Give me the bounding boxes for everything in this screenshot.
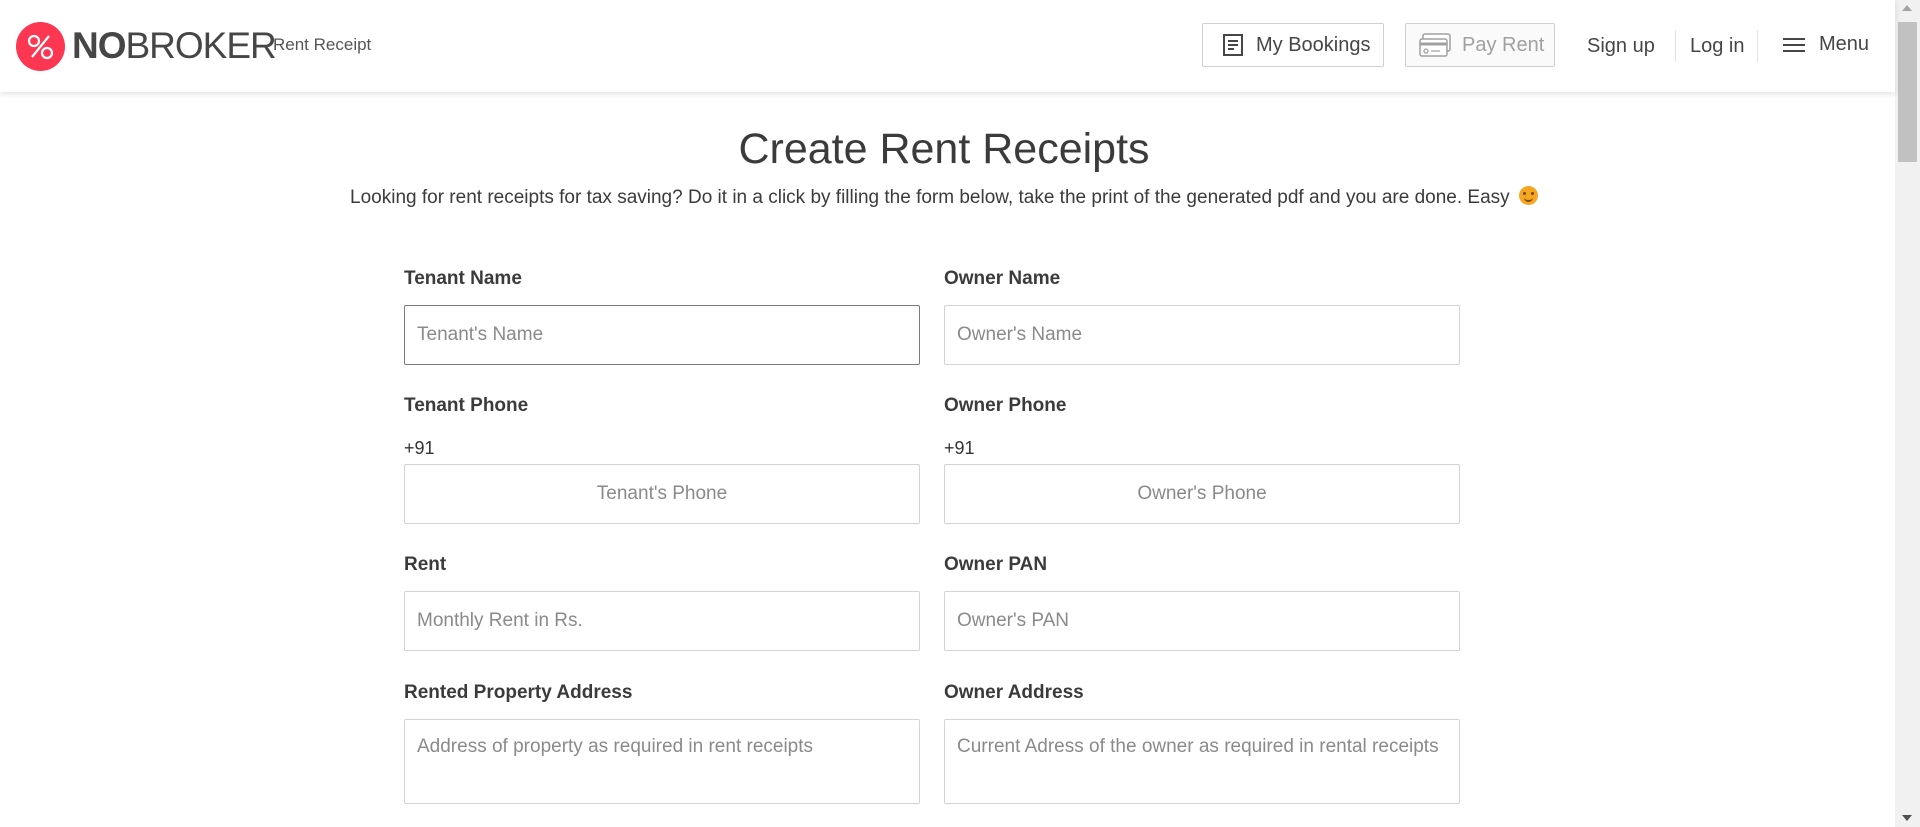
property-address-label: Rented Property Address: [404, 682, 633, 703]
owner-name-input[interactable]: [944, 305, 1460, 365]
scroll-down-arrow-icon[interactable]: [1902, 815, 1912, 821]
tenant-phone-label: Tenant Phone: [404, 395, 529, 416]
log-in-link[interactable]: Log in: [1690, 33, 1745, 59]
document-list-icon: [1223, 34, 1243, 56]
my-bookings-button[interactable]: My Bookings: [1202, 23, 1384, 67]
owner-pan-label: Owner PAN: [944, 554, 1048, 575]
owner-pan-input[interactable]: [944, 591, 1460, 651]
credit-card-icon: [1419, 33, 1451, 57]
owner-phone-input[interactable]: [944, 464, 1460, 524]
property-address-input[interactable]: [404, 719, 920, 804]
tenant-name-input[interactable]: [404, 305, 920, 365]
vertical-scrollbar[interactable]: [1895, 0, 1920, 827]
rent-input[interactable]: [404, 591, 920, 651]
hamburger-menu-icon: [1783, 34, 1805, 56]
nobroker-logo-icon[interactable]: [16, 22, 65, 71]
owner-address-label: Owner Address: [944, 682, 1084, 703]
my-bookings-label: My Bookings: [1256, 33, 1371, 56]
owner-phone-prefix: +91: [944, 438, 975, 458]
smiling-face-icon: [1518, 186, 1538, 205]
pay-rent-button[interactable]: Pay Rent: [1405, 23, 1555, 67]
rent-label: Rent: [404, 554, 447, 575]
page-description: Looking for rent receipts for tax saving…: [0, 185, 1888, 211]
tenant-phone-input[interactable]: [404, 464, 920, 524]
scroll-up-arrow-icon[interactable]: [1902, 5, 1912, 11]
tenant-name-label: Tenant Name: [404, 268, 522, 289]
owner-address-input[interactable]: [944, 719, 1460, 804]
owner-phone-label: Owner Phone: [944, 395, 1067, 416]
menu-button[interactable]: Menu: [1783, 33, 1869, 56]
brand-name[interactable]: NOBROKER: [72, 24, 277, 68]
brand-subtitle: Rent Receipt: [273, 35, 372, 54]
owner-name-label: Owner Name: [944, 268, 1061, 289]
menu-label: Menu: [1819, 33, 1870, 55]
nav-divider: [1675, 30, 1676, 62]
sign-up-link[interactable]: Sign up: [1587, 33, 1655, 59]
tenant-phone-prefix: +91: [404, 438, 435, 458]
page-title: Create Rent Receipts: [738, 125, 1150, 173]
scroll-thumb[interactable]: [1898, 22, 1917, 162]
description-text: Looking for rent receipts for tax saving…: [350, 187, 1510, 208]
top-header: NOBROKER Rent Receipt My Bookings Pay Re…: [0, 0, 1895, 92]
pay-rent-label: Pay Rent: [1462, 33, 1545, 56]
nav-divider: [1757, 30, 1758, 62]
